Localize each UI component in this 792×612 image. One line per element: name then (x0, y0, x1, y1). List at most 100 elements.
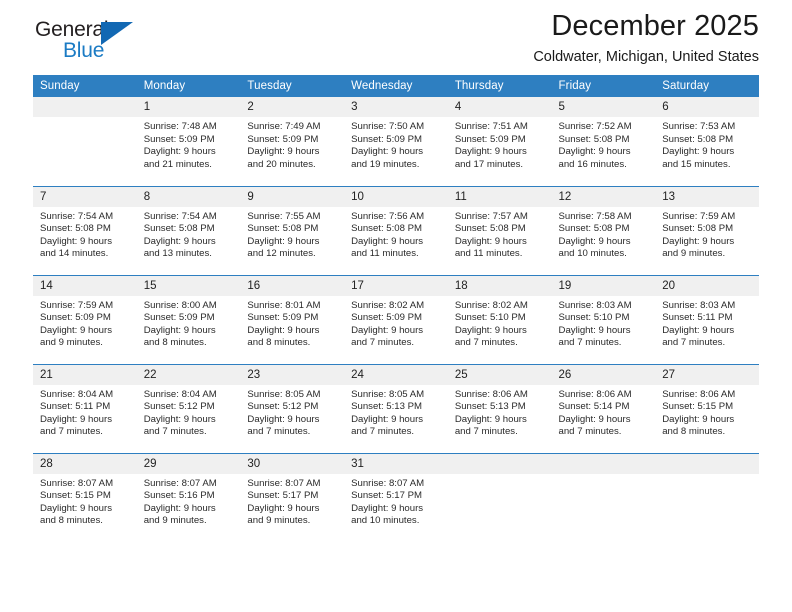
day-number: 24 (344, 364, 448, 385)
sunset-text: Sunset: 5:09 PM (351, 133, 423, 145)
day-cell[interactable]: 26 Sunrise: 8:06 AM Sunset: 5:14 PM Dayl… (551, 363, 656, 453)
day-cell[interactable]: 22 Sunrise: 8:04 AM Sunset: 5:12 PM Dayl… (136, 363, 241, 453)
day-cell[interactable]: 19 Sunrise: 8:03 AM Sunset: 5:10 PM Dayl… (551, 274, 656, 364)
sunset-text: Sunset: 5:17 PM (247, 490, 319, 502)
daylight-text-line2: and 10 minutes. (558, 248, 627, 260)
daylight-text-line1: Daylight: 9 hours (143, 502, 216, 514)
day-number: 25 (447, 364, 552, 385)
title-block: December 2025 Coldwater, Michigan, Unite… (533, 8, 759, 68)
daylight-text-line1: Daylight: 9 hours (143, 413, 216, 425)
day-number: 21 (33, 364, 137, 385)
daylight-text-line2: and 19 minutes. (351, 158, 420, 170)
day-details: Sunrise: 8:02 AM Sunset: 5:10 PM Dayligh… (448, 296, 552, 350)
day-number: 30 (240, 453, 345, 474)
daylight-text-line1: Daylight: 9 hours (662, 324, 735, 336)
day-cell[interactable] (33, 97, 137, 186)
sunrise-text: Sunrise: 7:59 AM (662, 210, 736, 222)
sunset-text: Sunset: 5:08 PM (662, 133, 734, 145)
day-details: Sunrise: 7:57 AM Sunset: 5:08 PM Dayligh… (448, 207, 552, 261)
day-cell[interactable]: 25 Sunrise: 8:06 AM Sunset: 5:13 PM Dayl… (447, 363, 552, 453)
daylight-text-line2: and 7 minutes. (558, 337, 622, 349)
sunrise-text: Sunrise: 8:05 AM (351, 388, 425, 400)
day-cell[interactable]: 17 Sunrise: 8:02 AM Sunset: 5:09 PM Dayl… (344, 274, 448, 364)
daylight-text-line2: and 12 minutes. (247, 248, 316, 260)
day-cell[interactable]: 9 Sunrise: 7:55 AM Sunset: 5:08 PM Dayli… (240, 185, 345, 275)
day-cell[interactable]: 10 Sunrise: 7:56 AM Sunset: 5:08 PM Dayl… (344, 185, 448, 275)
week-row: 28 Sunrise: 8:07 AM Sunset: 5:15 PM Dayl… (33, 452, 759, 542)
sunset-text: Sunset: 5:13 PM (351, 401, 423, 413)
sunset-text: Sunset: 5:10 PM (558, 312, 630, 324)
sunrise-text: Sunrise: 7:51 AM (454, 121, 528, 132)
sunrise-text: Sunrise: 7:50 AM (351, 121, 425, 132)
day-cell[interactable]: 6 Sunrise: 7:53 AM Sunset: 5:08 PM Dayli… (655, 97, 759, 186)
day-cell[interactable]: 2 Sunrise: 7:49 AM Sunset: 5:09 PM Dayli… (240, 97, 345, 186)
day-details: Sunrise: 7:59 AM Sunset: 5:08 PM Dayligh… (655, 207, 759, 261)
sunrise-text: Sunrise: 7:54 AM (40, 210, 114, 222)
day-cell[interactable]: 24 Sunrise: 8:05 AM Sunset: 5:13 PM Dayl… (344, 363, 448, 453)
daylight-text-line2: and 8 minutes. (247, 337, 311, 349)
sunrise-text: Sunrise: 7:52 AM (558, 121, 632, 132)
sunset-text: Sunset: 5:10 PM (454, 312, 526, 324)
day-cell[interactable]: 20 Sunrise: 8:03 AM Sunset: 5:11 PM Dayl… (655, 274, 759, 364)
day-details (655, 474, 759, 478)
weekday-header-wednesday: Wednesday (344, 75, 448, 97)
day-cell[interactable]: 12 Sunrise: 7:58 AM Sunset: 5:08 PM Dayl… (551, 185, 656, 275)
daylight-text-line2: and 17 minutes. (454, 158, 524, 170)
day-cell[interactable]: 5 Sunrise: 7:52 AM Sunset: 5:08 PM Dayli… (551, 97, 656, 186)
day-cell[interactable]: 13 Sunrise: 7:59 AM Sunset: 5:08 PM Dayl… (655, 185, 759, 275)
day-cell[interactable]: 28 Sunrise: 8:07 AM Sunset: 5:15 PM Dayl… (33, 452, 137, 542)
day-cell[interactable]: 29 Sunrise: 8:07 AM Sunset: 5:16 PM Dayl… (136, 452, 241, 542)
general-blue-logo[interactable]: General Blue (35, 18, 165, 70)
day-cell[interactable]: 3 Sunrise: 7:50 AM Sunset: 5:09 PM Dayli… (344, 97, 448, 186)
daylight-text-line2: and 7 minutes. (351, 337, 415, 349)
day-cell[interactable]: 1 Sunrise: 7:48 AM Sunset: 5:09 PM Dayli… (136, 97, 241, 186)
day-cell[interactable]: 27 Sunrise: 8:06 AM Sunset: 5:15 PM Dayl… (655, 363, 759, 453)
day-number: 6 (655, 97, 759, 117)
day-cell[interactable]: 31 Sunrise: 8:07 AM Sunset: 5:17 PM Dayl… (344, 452, 448, 542)
daylight-text-line2: and 16 minutes. (558, 158, 627, 170)
day-cell[interactable] (655, 452, 759, 542)
page-header: General Blue December 2025 Coldwater, Mi… (33, 0, 759, 75)
day-details: Sunrise: 8:01 AM Sunset: 5:09 PM Dayligh… (240, 296, 344, 350)
sunrise-text: Sunrise: 8:03 AM (558, 299, 632, 311)
daylight-text-line1: Daylight: 9 hours (351, 324, 424, 336)
daylight-text-line2: and 10 minutes. (351, 515, 420, 527)
daylight-text-line2: and 9 minutes. (662, 248, 726, 260)
daylight-text-line1: Daylight: 9 hours (558, 413, 631, 425)
day-cell[interactable]: 23 Sunrise: 8:05 AM Sunset: 5:12 PM Dayl… (240, 363, 345, 453)
day-cell[interactable]: 14 Sunrise: 7:59 AM Sunset: 5:09 PM Dayl… (33, 274, 137, 364)
sunset-text: Sunset: 5:15 PM (40, 490, 111, 502)
location-subtitle: Coldwater, Michigan, United States (533, 49, 759, 65)
weekday-header-thursday: Thursday (447, 75, 552, 97)
day-cell[interactable]: 30 Sunrise: 8:07 AM Sunset: 5:17 PM Dayl… (240, 452, 345, 542)
day-cell[interactable]: 4 Sunrise: 7:51 AM Sunset: 5:09 PM Dayli… (447, 97, 552, 186)
sunrise-text: Sunrise: 8:03 AM (662, 299, 736, 311)
daylight-text-line1: Daylight: 9 hours (143, 324, 216, 336)
day-details: Sunrise: 8:05 AM Sunset: 5:12 PM Dayligh… (240, 385, 344, 439)
daylight-text-line1: Daylight: 9 hours (247, 146, 320, 158)
day-details: Sunrise: 7:58 AM Sunset: 5:08 PM Dayligh… (552, 207, 656, 261)
daylight-text-line1: Daylight: 9 hours (454, 235, 527, 247)
day-details: Sunrise: 8:07 AM Sunset: 5:17 PM Dayligh… (344, 474, 448, 528)
day-cell[interactable] (447, 452, 552, 542)
daylight-text-line1: Daylight: 9 hours (40, 502, 112, 514)
sunrise-text: Sunrise: 8:06 AM (454, 388, 528, 400)
sunrise-text: Sunrise: 8:06 AM (662, 388, 736, 400)
daylight-text-line2: and 21 minutes. (143, 158, 212, 170)
day-cell[interactable]: 7 Sunrise: 7:54 AM Sunset: 5:08 PM Dayli… (33, 185, 137, 275)
day-cell[interactable] (551, 452, 656, 542)
day-cell[interactable]: 16 Sunrise: 8:01 AM Sunset: 5:09 PM Dayl… (240, 274, 345, 364)
week-row: 1 Sunrise: 7:48 AM Sunset: 5:09 PM Dayli… (33, 97, 759, 186)
sunset-text: Sunset: 5:09 PM (143, 312, 215, 324)
sunrise-text: Sunrise: 7:59 AM (40, 299, 114, 311)
day-cell[interactable]: 11 Sunrise: 7:57 AM Sunset: 5:08 PM Dayl… (447, 185, 552, 275)
day-cell[interactable]: 15 Sunrise: 8:00 AM Sunset: 5:09 PM Dayl… (136, 274, 241, 364)
daylight-text-line1: Daylight: 9 hours (351, 413, 424, 425)
day-cell[interactable]: 18 Sunrise: 8:02 AM Sunset: 5:10 PM Dayl… (447, 274, 552, 364)
day-number: 12 (551, 186, 656, 207)
week-row: 21 Sunrise: 8:04 AM Sunset: 5:11 PM Dayl… (33, 363, 759, 453)
day-cell[interactable]: 8 Sunrise: 7:54 AM Sunset: 5:08 PM Dayli… (136, 185, 241, 275)
day-cell[interactable]: 21 Sunrise: 8:04 AM Sunset: 5:11 PM Dayl… (33, 363, 137, 453)
day-details: Sunrise: 7:59 AM Sunset: 5:09 PM Dayligh… (33, 296, 137, 350)
daylight-text-line1: Daylight: 9 hours (662, 235, 735, 247)
